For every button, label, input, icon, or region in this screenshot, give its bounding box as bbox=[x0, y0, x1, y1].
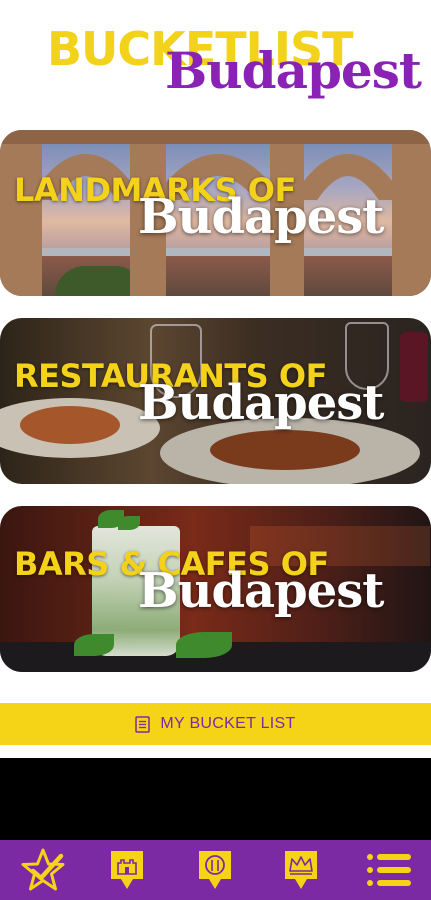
nav-bars-button[interactable] bbox=[266, 840, 336, 900]
bars-cafes-subtitle: Budapest bbox=[138, 563, 384, 619]
restaurant-badge-icon bbox=[199, 851, 231, 889]
my-bucket-list-button[interactable]: MY BUCKET LIST bbox=[0, 703, 431, 745]
nav-bucketlist-button[interactable] bbox=[8, 840, 78, 900]
nav-restaurants-button[interactable] bbox=[180, 840, 250, 900]
bottom-navigation bbox=[0, 840, 431, 900]
bars-cafes-card[interactable]: BARS & CAFES OF Budapest bbox=[0, 506, 431, 672]
nav-landmarks-button[interactable] bbox=[92, 840, 162, 900]
nav-menu-button[interactable] bbox=[354, 840, 424, 900]
landmarks-card[interactable]: LANDMARKS OF Budapest bbox=[0, 130, 431, 296]
star-check-icon bbox=[21, 848, 65, 891]
menu-list-icon bbox=[367, 854, 411, 886]
list-document-icon bbox=[135, 715, 151, 733]
landmarks-subtitle: Budapest bbox=[138, 189, 384, 245]
castle-badge-icon bbox=[111, 851, 143, 889]
restaurants-card[interactable]: RESTAURANTS OF Budapest bbox=[0, 318, 431, 484]
logo-budapest-text: Budapest bbox=[165, 41, 422, 100]
my-bucket-list-label: MY BUCKET LIST bbox=[160, 715, 296, 732]
restaurants-subtitle: Budapest bbox=[138, 375, 384, 431]
crown-badge-icon bbox=[285, 851, 317, 889]
app-logo: BUCKETLIST Budapest bbox=[0, 0, 431, 120]
banner-area bbox=[0, 758, 431, 840]
